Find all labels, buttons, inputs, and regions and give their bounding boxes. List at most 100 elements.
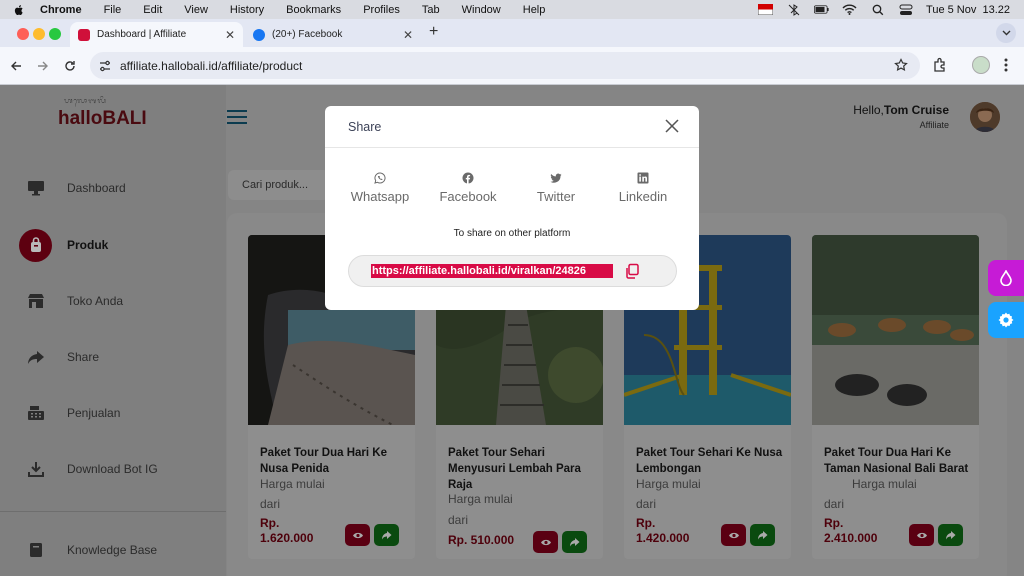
share-whatsapp-button[interactable]: Whatsapp bbox=[336, 172, 424, 204]
sidebar-item-share[interactable]: Share bbox=[0, 337, 226, 377]
sidebar-item-download-bot-ig[interactable]: Download Bot IG bbox=[0, 449, 226, 489]
menu-app-name[interactable]: Chrome bbox=[40, 4, 82, 16]
reload-button[interactable] bbox=[61, 57, 79, 75]
menubar-clock[interactable]: Tue 5 Nov 13.22 bbox=[926, 4, 1010, 16]
sidebar-item-dashboard[interactable]: Dashboard bbox=[0, 168, 226, 208]
share-product-button[interactable] bbox=[938, 524, 963, 546]
menu-view[interactable]: View bbox=[184, 4, 208, 16]
share-arrow-icon bbox=[758, 531, 768, 540]
twitter-icon bbox=[550, 173, 562, 183]
price-from-suffix: dari bbox=[824, 497, 845, 511]
battery-icon[interactable] bbox=[814, 4, 829, 16]
address-bar-url[interactable]: affiliate.hallobali.id/affiliate/product bbox=[120, 59, 302, 73]
avatar[interactable] bbox=[970, 102, 1000, 132]
apple-icon[interactable] bbox=[12, 3, 26, 17]
product-title[interactable]: Paket Tour Sehari Menyusuri Lembah Para … bbox=[448, 445, 598, 493]
bag-icon bbox=[19, 228, 52, 262]
view-product-button[interactable] bbox=[721, 524, 746, 546]
droplet-icon bbox=[1000, 270, 1012, 286]
settings-button[interactable] bbox=[988, 302, 1024, 338]
site-settings-icon[interactable] bbox=[98, 59, 112, 73]
sidebar-item-toko-anda[interactable]: Toko Anda bbox=[0, 281, 226, 321]
new-tab-button[interactable]: + bbox=[429, 23, 438, 41]
menu-tab[interactable]: Tab bbox=[422, 4, 440, 16]
view-product-button[interactable] bbox=[345, 524, 370, 546]
share-product-button[interactable] bbox=[374, 524, 399, 546]
linkedin-icon bbox=[637, 172, 649, 184]
user-name: Tom Cruise bbox=[883, 103, 949, 117]
forward-button[interactable] bbox=[34, 57, 52, 75]
copy-icon[interactable] bbox=[624, 263, 640, 279]
user-role: Affiliate bbox=[919, 120, 949, 130]
bluetooth-off-icon[interactable] bbox=[786, 3, 801, 16]
sidebar-item-produk[interactable]: Produk bbox=[0, 225, 226, 265]
eye-icon bbox=[916, 532, 927, 538]
product-price: Rp. 1.420.000 bbox=[636, 516, 690, 545]
gear-icon bbox=[998, 312, 1014, 328]
tab-dashboard-affiliate[interactable]: Dashboard | Affiliate ✕ bbox=[70, 22, 243, 47]
menu-help[interactable]: Help bbox=[523, 4, 546, 16]
whatsapp-icon bbox=[374, 172, 386, 184]
product-title[interactable]: Paket Tour Dua Hari Ke Nusa Penida bbox=[260, 445, 410, 477]
chevron-down-icon bbox=[1002, 30, 1010, 36]
macos-menubar: Chrome File Edit View History Bookmarks … bbox=[0, 0, 1024, 19]
hallobali-logo[interactable]: ᬳᬮᭀᬩᬮᬶ halloBALI bbox=[58, 97, 147, 130]
search-input[interactable]: Cari produk... bbox=[228, 170, 330, 200]
facebook-favicon-icon bbox=[253, 28, 265, 41]
address-bar[interactable]: affiliate.hallobali.id/affiliate/product bbox=[90, 52, 920, 79]
share-option-label: Whatsapp bbox=[350, 189, 410, 204]
window-minimize-button[interactable] bbox=[33, 28, 45, 40]
tab-title: Dashboard | Affiliate bbox=[97, 29, 187, 40]
sidebar-item-penjualan[interactable]: Penjualan bbox=[0, 393, 226, 433]
book-icon bbox=[26, 540, 46, 560]
flag-icon[interactable] bbox=[758, 4, 774, 16]
share-link-field[interactable]: https://affiliate.hallobali.id/viralkan/… bbox=[348, 255, 677, 287]
product-card[interactable]: Paket Tour Dua Hari Ke Taman Nasional Ba… bbox=[812, 235, 979, 559]
view-product-button[interactable] bbox=[533, 531, 558, 553]
menu-edit[interactable]: Edit bbox=[143, 4, 162, 16]
menu-window[interactable]: Window bbox=[462, 4, 501, 16]
product-price: Rp. 510.000 bbox=[448, 533, 515, 547]
extensions-icon[interactable] bbox=[932, 57, 948, 73]
share-facebook-button[interactable]: Facebook bbox=[424, 172, 512, 204]
tab-close-icon[interactable]: ✕ bbox=[225, 28, 235, 42]
arrow-left-icon bbox=[11, 61, 21, 71]
tab-close-icon[interactable]: ✕ bbox=[403, 28, 413, 42]
close-icon[interactable] bbox=[665, 119, 679, 133]
share-linkedin-button[interactable]: Linkedin bbox=[599, 172, 687, 204]
share-product-button[interactable] bbox=[562, 531, 587, 553]
tab-search-button[interactable] bbox=[996, 23, 1016, 43]
spotlight-search-icon[interactable] bbox=[870, 4, 885, 16]
window-close-button[interactable] bbox=[17, 28, 29, 40]
menu-profiles[interactable]: Profiles bbox=[363, 4, 400, 16]
price-from-suffix: dari bbox=[260, 497, 281, 511]
share-modal: Share Whatsapp Facebook Twitter Linkedin… bbox=[325, 106, 699, 310]
bookmark-star-icon[interactable] bbox=[894, 58, 908, 72]
eye-icon bbox=[728, 532, 739, 538]
profile-avatar-icon[interactable] bbox=[972, 56, 990, 74]
theme-color-button[interactable] bbox=[988, 260, 1024, 296]
menu-file[interactable]: File bbox=[104, 4, 122, 16]
share-product-button[interactable] bbox=[750, 524, 775, 546]
share-link-text[interactable]: https://affiliate.hallobali.id/viralkan/… bbox=[371, 264, 613, 278]
control-center-icon[interactable] bbox=[898, 4, 913, 16]
menu-history[interactable]: History bbox=[230, 4, 264, 16]
product-title[interactable]: Paket Tour Sehari Ke Nusa Lembongan bbox=[636, 445, 786, 477]
window-zoom-button[interactable] bbox=[49, 28, 61, 40]
kebab-menu-icon[interactable] bbox=[1004, 57, 1008, 73]
browser-tab-strip: Dashboard | Affiliate ✕ (20+) Facebook ✕… bbox=[0, 19, 1024, 47]
sidebar-item-label: Produk bbox=[67, 238, 109, 252]
wifi-icon[interactable] bbox=[842, 4, 857, 16]
facebook-icon bbox=[462, 172, 474, 184]
view-product-button[interactable] bbox=[909, 524, 934, 546]
sidebar-item-label: Knowledge Base bbox=[67, 543, 158, 557]
sidebar-item-knowledge-base[interactable]: Knowledge Base bbox=[0, 530, 226, 570]
back-button[interactable] bbox=[7, 57, 25, 75]
menu-bookmarks[interactable]: Bookmarks bbox=[286, 4, 341, 16]
tab-facebook[interactable]: (20+) Facebook ✕ bbox=[245, 22, 421, 47]
price-from-label: Harga mulai bbox=[636, 477, 701, 491]
product-image[interactable] bbox=[812, 235, 979, 425]
hamburger-menu-icon[interactable] bbox=[227, 109, 247, 125]
product-title[interactable]: Paket Tour Dua Hari Ke Taman Nasional Ba… bbox=[824, 445, 974, 477]
share-twitter-button[interactable]: Twitter bbox=[512, 172, 600, 204]
